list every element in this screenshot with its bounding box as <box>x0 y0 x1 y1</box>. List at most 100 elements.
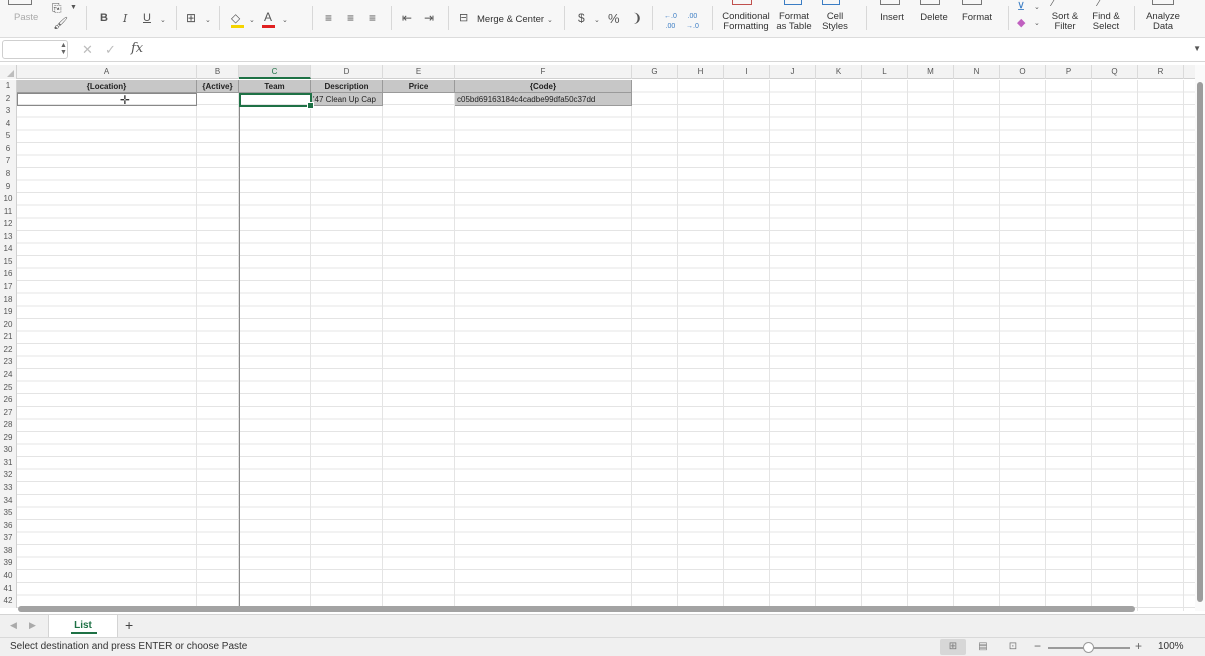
clear-dropdown-chevron-icon[interactable]: ⌄ <box>1034 19 1040 27</box>
add-sheet-button[interactable]: + <box>125 617 133 633</box>
vertical-scrollbar[interactable] <box>1195 65 1205 611</box>
decrease-decimal-button[interactable]: ←.0.00 <box>664 12 677 32</box>
row-header-4[interactable]: 4 <box>0 117 17 131</box>
bold-button[interactable]: B <box>100 12 108 24</box>
copy-dropdown-chevron-icon[interactable]: ▼ <box>70 4 77 11</box>
column-header-g[interactable]: G <box>632 65 678 79</box>
row-header-36[interactable]: 36 <box>0 519 17 533</box>
column-header-m[interactable]: M <box>908 65 954 79</box>
increase-decimal-button[interactable]: .00 →.0 <box>686 12 699 32</box>
row-header-38[interactable]: 38 <box>0 544 17 558</box>
insert-function-button[interactable]: fx <box>131 41 143 56</box>
column-header-p[interactable]: P <box>1046 65 1092 79</box>
row-header-39[interactable]: 39 <box>0 557 17 570</box>
column-header-n[interactable]: N <box>954 65 1000 79</box>
zoom-slider-thumb[interactable] <box>1083 642 1094 653</box>
row-header-37[interactable]: 37 <box>0 532 17 545</box>
column-header-e[interactable]: E <box>383 65 455 79</box>
conditional-formatting-button[interactable]: Conditional Formatting <box>721 12 771 32</box>
analyze-data-icon[interactable] <box>1152 0 1174 5</box>
align-right-icon[interactable]: ≡ <box>369 11 376 25</box>
sort-filter-button[interactable]: Sort & Filter <box>1046 12 1084 32</box>
insert-cells-icon[interactable] <box>880 0 900 5</box>
row-header-26[interactable]: 26 <box>0 394 17 407</box>
increase-indent-icon[interactable]: ⇥ <box>424 11 434 25</box>
row-header-41[interactable]: 41 <box>0 582 17 596</box>
row-header-8[interactable]: 8 <box>0 167 17 181</box>
expand-formula-bar-icon[interactable]: ▼ <box>1193 44 1201 53</box>
cell-C1[interactable]: Team <box>239 80 311 93</box>
sort-filter-icon[interactable]: ⁄ <box>1052 0 1054 9</box>
confirm-edit-icon[interactable]: ✓ <box>105 42 116 58</box>
row-header-1[interactable]: 1 <box>0 80 17 93</box>
align-center-icon[interactable]: ≡ <box>347 11 354 25</box>
format-button[interactable]: Format <box>957 13 997 23</box>
row-header-27[interactable]: 27 <box>0 406 17 420</box>
vertical-scroll-thumb[interactable] <box>1197 82 1203 602</box>
row-header-6[interactable]: 6 <box>0 142 17 156</box>
column-header-f[interactable]: F <box>455 65 632 79</box>
decrease-indent-icon[interactable]: ⇤ <box>402 11 412 25</box>
row-header-23[interactable]: 23 <box>0 356 17 369</box>
row-header-31[interactable]: 31 <box>0 456 17 470</box>
column-header-k[interactable]: K <box>816 65 862 79</box>
fill-dropdown-chevron-icon[interactable]: ⌄ <box>1034 3 1040 11</box>
row-header-9[interactable]: 9 <box>0 180 17 194</box>
column-header-b[interactable]: B <box>197 65 239 79</box>
find-select-button[interactable]: Find & Select <box>1088 12 1124 32</box>
name-box[interactable] <box>2 40 68 59</box>
row-header-30[interactable]: 30 <box>0 444 17 457</box>
horizontal-scroll-thumb[interactable] <box>18 606 1135 612</box>
font-color-icon[interactable]: A <box>264 10 272 24</box>
normal-view-icon[interactable]: ⊞ <box>940 639 966 655</box>
delete-cells-icon[interactable] <box>920 0 940 5</box>
fill-color-dropdown-chevron-icon[interactable]: ⌄ <box>249 16 255 24</box>
row-header-12[interactable]: 12 <box>0 218 17 231</box>
column-header-a[interactable]: A <box>17 65 197 79</box>
comma-style-button[interactable]: ❩ <box>632 11 642 25</box>
currency-dropdown-chevron-icon[interactable]: ⌄ <box>594 16 600 24</box>
format-cells-icon[interactable] <box>962 0 982 5</box>
active-cell-C2[interactable] <box>239 93 314 109</box>
format-as-table-button[interactable]: Format as Table <box>773 12 815 32</box>
column-header-i[interactable]: I <box>724 65 770 79</box>
row-header-11[interactable]: 11 <box>0 205 17 219</box>
cell-styles-icon[interactable] <box>822 0 840 5</box>
zoom-out-button[interactable]: − <box>1034 639 1041 653</box>
cell-A1[interactable]: {Location} <box>17 80 197 93</box>
column-header-h[interactable]: H <box>678 65 724 79</box>
cell-area[interactable]: {Location} {Active} Team Description Pri… <box>17 80 1195 611</box>
merge-center-button[interactable]: Merge & Center <box>477 15 544 25</box>
cell-F2[interactable]: c05bd69163184c4cadbe99dfa50c37dd <box>455 93 632 106</box>
row-header-42[interactable]: 42 <box>0 595 17 608</box>
row-header-35[interactable]: 35 <box>0 507 17 520</box>
formula-input[interactable] <box>152 40 1192 59</box>
row-header-13[interactable]: 13 <box>0 230 17 244</box>
column-header-o[interactable]: O <box>1000 65 1046 79</box>
row-header-17[interactable]: 17 <box>0 281 17 294</box>
clear-eraser-icon[interactable]: ◆ <box>1017 16 1025 29</box>
row-header-10[interactable]: 10 <box>0 193 17 206</box>
cell-styles-button[interactable]: Cell Styles <box>815 12 855 32</box>
previous-sheet-arrow-icon[interactable]: ◀ <box>10 620 17 631</box>
borders-dropdown-chevron-icon[interactable]: ⌄ <box>205 16 211 24</box>
fill-color-icon[interactable]: ◇ <box>231 11 240 25</box>
paste-clipboard-icon[interactable] <box>8 0 32 5</box>
row-header-5[interactable]: 5 <box>0 130 17 143</box>
row-header-22[interactable]: 22 <box>0 343 17 357</box>
column-header-l[interactable]: L <box>862 65 908 79</box>
row-header-21[interactable]: 21 <box>0 331 17 344</box>
insert-button[interactable]: Insert <box>873 13 911 23</box>
percent-button[interactable]: % <box>608 11 620 26</box>
next-sheet-arrow-icon[interactable]: ▶ <box>29 620 36 631</box>
row-header-7[interactable]: 7 <box>0 155 17 168</box>
find-select-icon[interactable]: ⁄ <box>1098 0 1100 9</box>
row-header-20[interactable]: 20 <box>0 318 17 332</box>
delete-button[interactable]: Delete <box>915 13 953 23</box>
italic-button[interactable]: I <box>123 12 127 25</box>
row-header-29[interactable]: 29 <box>0 431 17 445</box>
zoom-in-button[interactable]: + <box>1135 639 1142 653</box>
name-box-spinner-icon[interactable]: ▲ ▼ <box>60 42 67 56</box>
font-color-dropdown-chevron-icon[interactable]: ⌄ <box>282 16 288 24</box>
cell-E1[interactable]: Price <box>383 80 455 93</box>
